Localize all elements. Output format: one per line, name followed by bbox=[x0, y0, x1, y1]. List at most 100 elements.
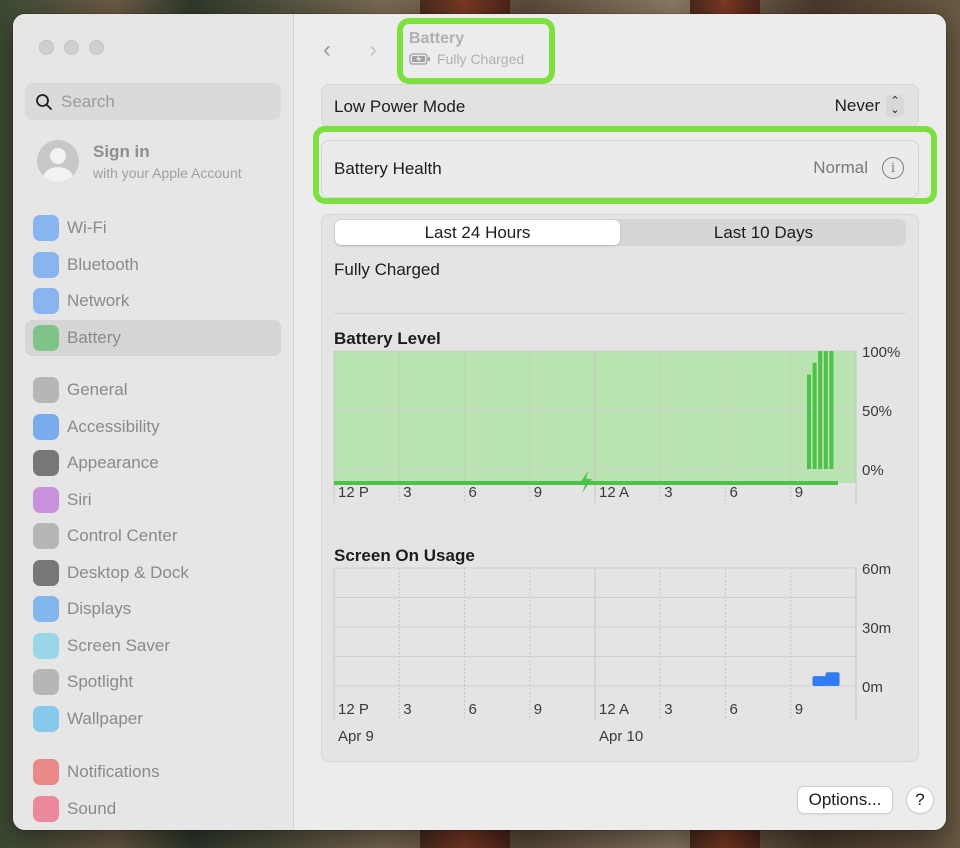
battery-icon bbox=[33, 324, 59, 351]
tab-last-24-hours[interactable]: Last 24 Hours bbox=[335, 220, 620, 245]
page-title: Battery bbox=[409, 30, 465, 47]
x-tick-label: 3 bbox=[403, 701, 411, 718]
sidebar-item-label: Wi-Fi bbox=[67, 218, 107, 238]
sidebar-item-label: Accessibility bbox=[67, 416, 160, 436]
y-tick-label: 60m bbox=[862, 561, 891, 578]
sidebar-item-bluetooth[interactable]: Bluetooth bbox=[25, 247, 281, 284]
time-range-segmented-control: Last 24 Hours Last 10 Days bbox=[334, 219, 906, 246]
battery-level-bar bbox=[823, 351, 828, 469]
battery-level-bar bbox=[829, 351, 834, 469]
sidebar-item-label: Network bbox=[67, 291, 130, 311]
sidebar-item-notifications[interactable]: Notifications bbox=[25, 754, 281, 791]
sidebar-item-label: Wallpaper bbox=[67, 708, 143, 728]
low-power-mode-label: Low Power Mode bbox=[334, 97, 466, 116]
avatar bbox=[37, 140, 79, 182]
sidebar-item-network[interactable]: Network bbox=[25, 283, 281, 320]
sidebar-item-siri[interactable]: Siri bbox=[25, 482, 281, 519]
sidebar-item-accessibility[interactable]: Accessibility bbox=[25, 409, 281, 446]
siri-icon bbox=[33, 486, 59, 513]
sidebar-nav-system: General Accessibility Appearance Siri Contro… bbox=[25, 372, 281, 737]
tab-last-10-days[interactable]: Last 10 Days bbox=[621, 219, 906, 246]
sound-icon bbox=[33, 795, 59, 822]
globe-icon bbox=[33, 288, 59, 315]
sidebar-item-wi-fi[interactable]: Wi-Fi bbox=[25, 210, 281, 247]
sidebar-item-label: Screen Saver bbox=[67, 635, 170, 655]
screen-usage-bar bbox=[825, 672, 840, 686]
y-tick-label: 50% bbox=[862, 403, 892, 420]
charge-status-text: Fully Charged bbox=[334, 260, 440, 279]
y-tick-label: 0% bbox=[862, 462, 884, 479]
screen-usage-bar bbox=[812, 676, 827, 686]
notifications-icon bbox=[33, 759, 59, 786]
sidebar-item-sound[interactable]: Sound bbox=[25, 791, 281, 828]
accessibility-icon bbox=[33, 413, 59, 440]
x-tick-label: 12 P bbox=[338, 701, 369, 718]
wifi-icon bbox=[33, 215, 59, 242]
date-label: Apr 9 bbox=[338, 728, 374, 745]
battery-level-chart: 12 P 3 6 9 12 A 3 6 9 100% 50% 0% bbox=[333, 344, 900, 503]
x-tick-label: 12 A bbox=[599, 484, 629, 501]
bluetooth-icon bbox=[33, 251, 59, 278]
main-pane: ‹ › Battery Fully Charged Low Power Mode… bbox=[295, 14, 946, 830]
zoom-window-button[interactable] bbox=[89, 40, 104, 55]
x-tick-label: 9 bbox=[534, 484, 542, 501]
battery-health-status: Normal i bbox=[813, 157, 904, 179]
chevron-up-down-icon: ⌃ ⌄ bbox=[886, 95, 904, 117]
minimize-window-button[interactable] bbox=[64, 40, 79, 55]
sidebar-item-control-center[interactable]: Control Center bbox=[25, 518, 281, 555]
sidebar-item-label: Desktop & Dock bbox=[67, 562, 189, 582]
sidebar-item-battery[interactable]: Battery bbox=[25, 319, 281, 356]
gear-icon bbox=[33, 377, 59, 404]
battery-health-label: Battery Health bbox=[334, 159, 442, 178]
y-tick-label: 0m bbox=[862, 679, 883, 696]
x-tick-label: 3 bbox=[403, 484, 411, 501]
sidebar-item-label: Battery bbox=[67, 327, 121, 347]
sidebar-nav-network: Wi-Fi Bluetooth Network Battery bbox=[25, 210, 281, 356]
sidebar-item-label: Spotlight bbox=[67, 672, 134, 692]
screen-on-usage-chart: 12 P 3 6 9 12 A 3 6 9 60m 30m 0m Apr 9 Apr 10 bbox=[333, 561, 891, 745]
sign-in-subtitle: with your Apple Account bbox=[93, 164, 242, 181]
sidebar-item-label: Control Center bbox=[67, 526, 178, 546]
close-window-button[interactable] bbox=[39, 40, 54, 55]
screen-saver-icon bbox=[33, 632, 59, 659]
toolbar: ‹ › Battery Fully Charged bbox=[295, 14, 946, 84]
page-subtitle-text: Fully Charged bbox=[437, 51, 525, 67]
sidebar-item-label: Appearance bbox=[67, 453, 159, 473]
search-input[interactable]: Search bbox=[25, 83, 281, 120]
search-placeholder: Search bbox=[61, 91, 115, 111]
y-tick-label: 30m bbox=[862, 620, 891, 637]
search-icon bbox=[36, 93, 52, 110]
x-tick-label: 9 bbox=[795, 484, 803, 501]
sidebar-item-label: General bbox=[67, 380, 128, 400]
battery-health-row: Battery Health Normal i bbox=[321, 140, 919, 198]
help-button[interactable]: ? bbox=[907, 787, 933, 813]
sign-in-account[interactable]: Sign in with your Apple Account bbox=[37, 140, 242, 182]
control-center-icon bbox=[33, 523, 59, 550]
back-button[interactable]: ‹ bbox=[323, 36, 331, 64]
battery-charging-icon bbox=[409, 53, 430, 65]
options-button[interactable]: Options... bbox=[798, 787, 892, 813]
x-tick-label: 12 P bbox=[338, 484, 369, 501]
x-tick-label: 9 bbox=[534, 701, 542, 718]
sidebar-item-label: Notifications bbox=[67, 762, 160, 782]
x-tick-label: 6 bbox=[469, 484, 477, 501]
low-power-mode-select[interactable]: Never ⌃ ⌄ bbox=[835, 95, 904, 117]
info-icon[interactable]: i bbox=[882, 157, 904, 179]
sidebar-item-appearance[interactable]: Appearance bbox=[25, 445, 281, 482]
x-tick-label: 9 bbox=[795, 701, 803, 718]
sidebar-item-screen-saver[interactable]: Screen Saver bbox=[25, 628, 281, 665]
sidebar-item-wallpaper[interactable]: Wallpaper bbox=[25, 701, 281, 738]
forward-button[interactable]: › bbox=[369, 36, 377, 64]
page-subtitle: Fully Charged bbox=[409, 51, 524, 67]
x-tick-label: 3 bbox=[664, 701, 672, 718]
sidebar-item-label: Sound bbox=[67, 798, 117, 818]
sidebar-item-general[interactable]: General bbox=[25, 372, 281, 409]
sidebar-item-displays[interactable]: Displays bbox=[25, 591, 281, 628]
sidebar-item-desktop-dock[interactable]: Desktop & Dock bbox=[25, 555, 281, 592]
x-tick-label: 6 bbox=[469, 701, 477, 718]
screen-on-usage-title: Screen On Usage bbox=[334, 546, 475, 565]
sidebar-item-spotlight[interactable]: Spotlight bbox=[25, 664, 281, 701]
displays-icon bbox=[33, 596, 59, 623]
x-tick-label: 6 bbox=[730, 484, 738, 501]
window-controls bbox=[39, 40, 104, 55]
